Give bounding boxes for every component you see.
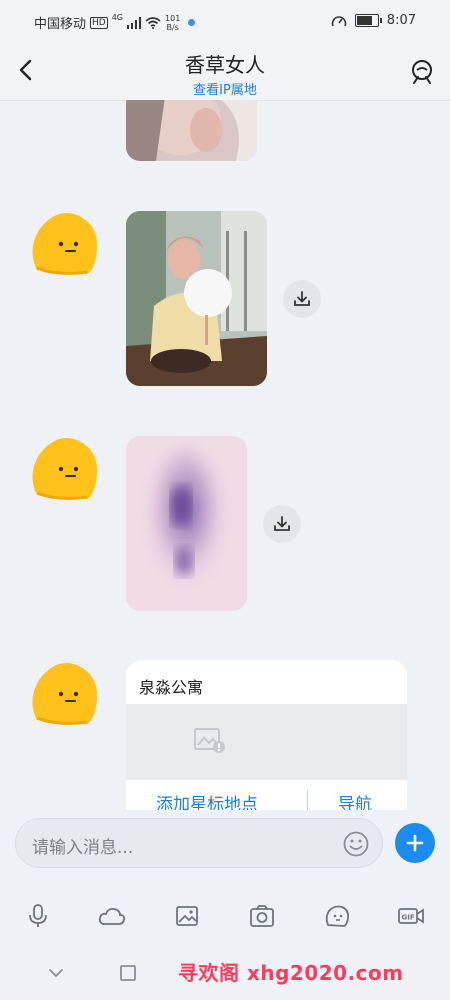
nav-home-icon[interactable] <box>119 964 137 982</box>
avatar[interactable] <box>27 660 99 726</box>
notification-dot-icon <box>188 19 196 26</box>
message-image[interactable] <box>126 100 257 161</box>
net-speed-value: 101 <box>165 13 181 23</box>
download-button[interactable] <box>283 280 321 318</box>
cloud-button[interactable] <box>98 902 126 930</box>
battery-icon <box>354 14 382 27</box>
download-icon <box>294 291 310 306</box>
divider <box>307 790 308 810</box>
page-title: 香草女人 <box>185 53 265 77</box>
message-image[interactable] <box>126 211 267 386</box>
gif-button[interactable]: GIF <box>397 902 425 930</box>
emoji-face-icon <box>325 905 350 927</box>
signal-bars-icon <box>127 16 142 29</box>
photo-image <box>126 211 267 386</box>
camera-button[interactable] <box>248 902 276 930</box>
message-image[interactable] <box>126 436 247 611</box>
net-speed-unit: B/s <box>166 22 179 32</box>
image-button[interactable] <box>173 902 201 930</box>
status-left: 中国移动 HD 4G 101 B/s <box>34 13 196 32</box>
input-toolbar: GIF <box>0 888 450 944</box>
profile-icon[interactable] <box>408 58 436 86</box>
avatar[interactable] <box>27 435 99 501</box>
net-speed: 101 B/s <box>165 14 180 32</box>
ip-location-link[interactable]: 查看IP属地 <box>0 79 450 98</box>
cloud-icon <box>98 907 126 925</box>
sticker-button[interactable] <box>323 902 351 930</box>
location-card[interactable]: 泉淼公寓 添加星标地点 导航 <box>126 660 407 810</box>
broken-image-icon <box>194 728 225 753</box>
chat-area[interactable]: 泉淼公寓 添加星标地点 导航 <box>0 100 450 810</box>
clock: 8:07 <box>386 13 416 28</box>
plus-icon <box>406 834 424 852</box>
wifi-icon <box>145 16 161 29</box>
carrier-label: 中国移动 <box>34 17 87 32</box>
camera-icon <box>250 905 274 927</box>
location-map[interactable] <box>126 704 407 780</box>
avatar[interactable] <box>27 210 99 276</box>
photo-image <box>126 100 257 161</box>
chat-header: 香草女人 查看IP属地 <box>0 44 450 101</box>
message-input[interactable]: 请输入消息... <box>15 818 383 868</box>
more-button[interactable] <box>395 823 435 863</box>
status-bar: 中国移动 HD 4G 101 B/s 8:07 <box>0 0 450 44</box>
nav-back-icon[interactable] <box>47 964 65 982</box>
message-input-placeholder: 请输入消息... <box>32 838 134 858</box>
location-actions: 添加星标地点 导航 <box>126 780 407 810</box>
navigate-button[interactable]: 导航 <box>338 790 372 810</box>
speedometer-icon <box>331 15 347 26</box>
add-star-location-button[interactable]: 添加星标地点 <box>156 790 258 810</box>
gif-video-icon: GIF <box>398 908 424 924</box>
mic-icon <box>29 904 47 927</box>
watermark-text: 寻欢阁 xhg2020.com <box>178 961 404 985</box>
voice-button[interactable] <box>24 902 52 930</box>
emoji-icon[interactable] <box>342 830 370 858</box>
download-icon <box>274 516 290 531</box>
location-title: 泉淼公寓 <box>139 678 204 697</box>
hd-badge: HD <box>90 16 108 29</box>
blurred-photo-image <box>126 436 247 611</box>
svg-text:GIF: GIF <box>402 914 415 922</box>
signal-icon: 4G <box>111 13 124 22</box>
status-right: 8:07 <box>331 13 416 28</box>
download-button[interactable] <box>263 505 301 543</box>
image-icon <box>176 906 198 926</box>
battery-fill <box>356 16 372 25</box>
